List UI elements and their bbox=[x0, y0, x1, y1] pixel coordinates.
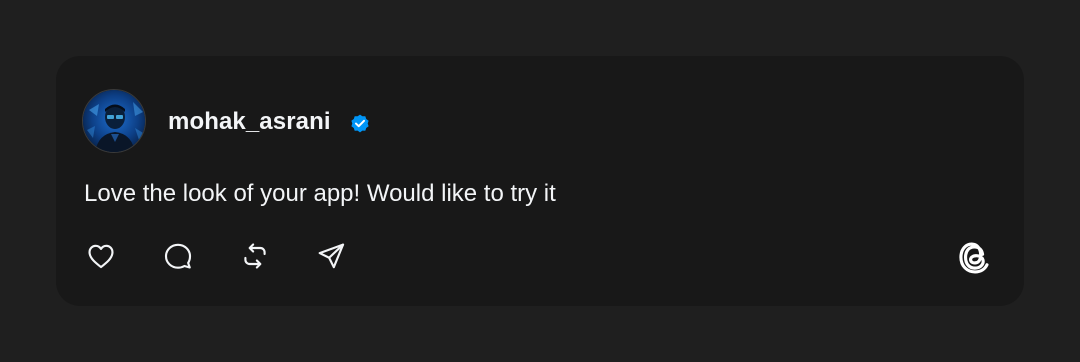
comment-button[interactable] bbox=[162, 240, 194, 272]
threads-logo-button[interactable] bbox=[954, 236, 996, 278]
username[interactable]: mohak_asrani bbox=[168, 108, 331, 136]
post-text: Love the look of your app! Would like to… bbox=[84, 180, 556, 207]
comment-icon bbox=[164, 243, 192, 269]
share-icon bbox=[318, 243, 345, 269]
threads-logo-icon bbox=[959, 242, 989, 274]
threads-post-card: mohak_asrani Love the look of your app! … bbox=[56, 56, 1024, 306]
verified-badge-icon bbox=[351, 114, 369, 133]
avatar-image bbox=[83, 90, 145, 152]
avatar[interactable] bbox=[82, 89, 146, 153]
like-button[interactable] bbox=[85, 240, 117, 272]
heart-icon bbox=[88, 244, 114, 269]
repost-button[interactable] bbox=[239, 240, 271, 272]
repost-icon bbox=[244, 243, 266, 269]
share-button[interactable] bbox=[315, 240, 347, 272]
